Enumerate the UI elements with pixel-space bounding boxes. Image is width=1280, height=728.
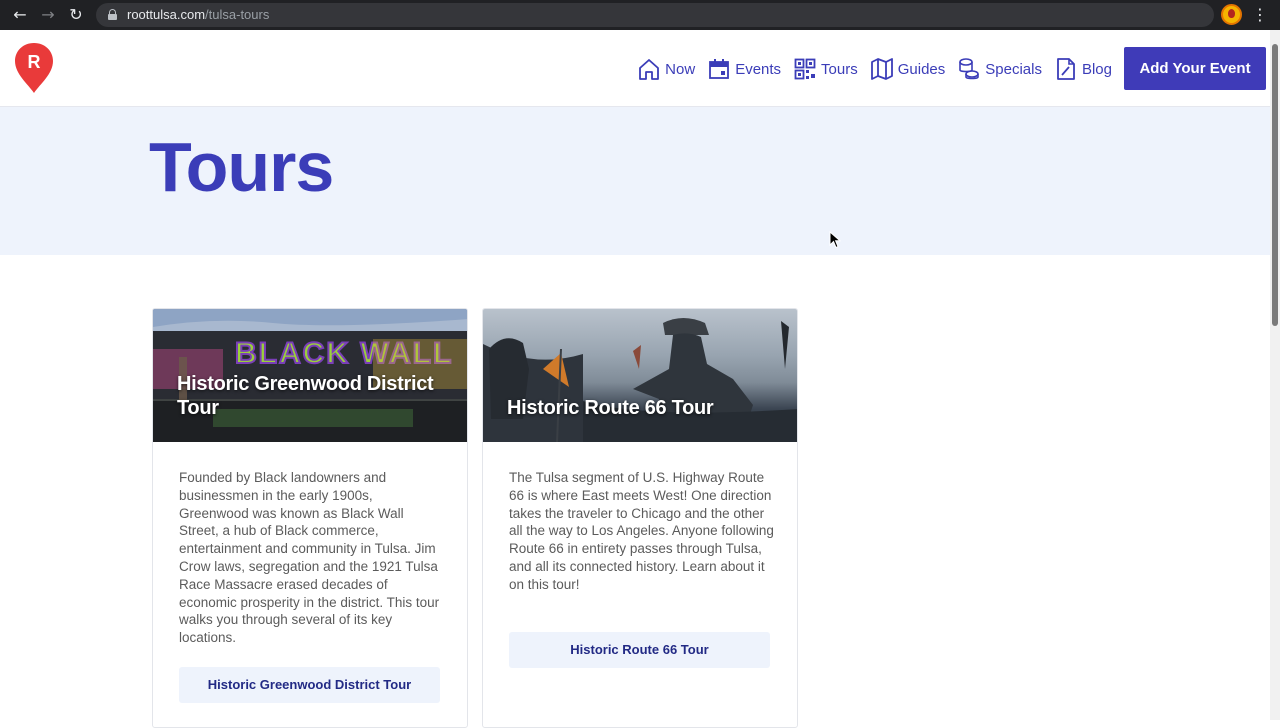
nav-events[interactable]: Events bbox=[708, 57, 781, 81]
calendar-icon bbox=[709, 59, 730, 79]
nav-tours[interactable]: Tours bbox=[794, 57, 858, 81]
arrow-left-icon[interactable]: ← bbox=[8, 3, 32, 27]
add-your-event-button[interactable]: Add Your Event bbox=[1124, 47, 1266, 90]
kebab-menu-icon[interactable]: ⋮ bbox=[1252, 3, 1268, 27]
route66-tour-button[interactable]: Historic Route 66 Tour bbox=[509, 632, 770, 668]
qr-code-icon bbox=[794, 58, 816, 80]
route-66-statue-photo[interactable]: Historic Route 66 Tour bbox=[483, 309, 797, 442]
lock-icon bbox=[108, 9, 117, 20]
root-logo[interactable]: R bbox=[14, 42, 54, 94]
nav-now[interactable]: Now bbox=[638, 57, 695, 81]
coins-icon bbox=[959, 58, 980, 80]
nav-events-label: Events bbox=[735, 60, 782, 78]
url-host: roottulsa.com bbox=[127, 7, 206, 22]
site-header: R Now Events Tours Guides Specials Blog … bbox=[0, 30, 1270, 107]
page-title: Tours bbox=[149, 128, 334, 206]
scrollbar-thumb[interactable] bbox=[1272, 44, 1278, 326]
nav-tours-label: Tours bbox=[821, 60, 858, 78]
logo-letter: R bbox=[28, 52, 41, 72]
card-title[interactable]: Historic Route 66 Tour bbox=[507, 396, 783, 420]
map-icon bbox=[870, 58, 893, 80]
profile-avatar[interactable] bbox=[1221, 4, 1242, 25]
url-path: /tulsa-tours bbox=[205, 7, 270, 22]
mouse-cursor-icon bbox=[829, 231, 841, 249]
nav-specials-label: Specials bbox=[985, 60, 1042, 78]
card-description: The Tulsa segment of U.S. Highway Route … bbox=[509, 470, 774, 592]
arrow-right-icon[interactable]: → bbox=[36, 3, 60, 27]
card-title[interactable]: Historic Greenwood District Tour bbox=[177, 372, 453, 420]
tour-card-greenwood: BLACK WALL Historic Greenwood District T… bbox=[152, 308, 468, 728]
nav-guides-label: Guides bbox=[897, 60, 946, 78]
greenwood-tour-button[interactable]: Historic Greenwood District Tour bbox=[179, 667, 440, 703]
page-scrollbar[interactable] bbox=[1270, 30, 1280, 720]
tour-card-route66: Historic Route 66 Tour The Tulsa segment… bbox=[482, 308, 798, 728]
black-wall-street-mural-photo[interactable]: BLACK WALL Historic Greenwood District T… bbox=[153, 309, 467, 442]
main-nav: Now Events Tours Guides Specials Blog bbox=[625, 56, 1112, 82]
nav-blog-label: Blog bbox=[1081, 60, 1112, 78]
statue-artwork bbox=[483, 318, 797, 442]
nav-specials[interactable]: Specials bbox=[958, 57, 1042, 81]
url-text[interactable]: roottulsa.com/tulsa-tours bbox=[127, 7, 269, 23]
nav-blog[interactable]: Blog bbox=[1055, 57, 1112, 81]
nav-guides[interactable]: Guides bbox=[870, 57, 946, 81]
browser-toolbar: ← → ↻ roottulsa.com/tulsa-tours ☆ ⋮ bbox=[0, 0, 1280, 30]
nav-now-label: Now bbox=[665, 60, 696, 78]
page-hero: Tours bbox=[0, 107, 1270, 255]
house-icon bbox=[639, 59, 660, 80]
document-pen-icon bbox=[1057, 58, 1075, 80]
card-description: Founded by Black landowners and business… bbox=[179, 470, 440, 646]
reload-icon[interactable]: ↻ bbox=[64, 3, 88, 27]
address-bar[interactable]: roottulsa.com/tulsa-tours ☆ bbox=[96, 3, 1214, 27]
